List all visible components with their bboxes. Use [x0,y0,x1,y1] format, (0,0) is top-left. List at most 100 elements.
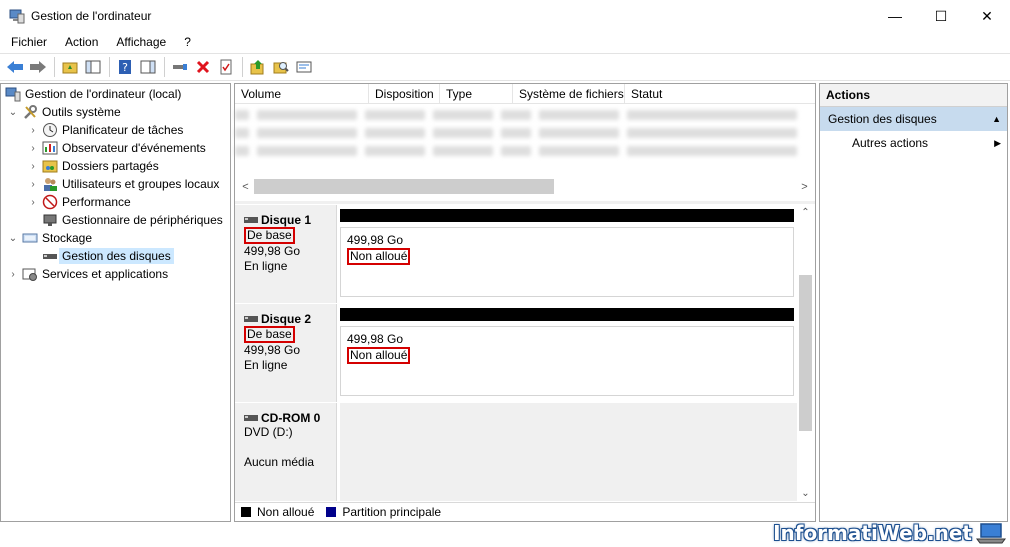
more-actions-item[interactable]: Autres actions ▶ [820,131,1007,155]
volume-list-blurred [235,106,809,176]
actions-group-disk-management[interactable]: Gestion des disques ▲ [820,107,1007,131]
chevron-down-icon[interactable]: ⌄ [7,107,19,118]
cdrom-icon [244,415,258,421]
menu-affichage[interactable]: Affichage [105,35,173,49]
partition-status: Non alloué [347,347,411,364]
more-actions-label: Autres actions [852,136,929,150]
tree-item-local-users-groups[interactable]: › Utilisateurs et groupes locaux [27,175,219,193]
tree-item-shared-folders[interactable]: › Dossiers partagés [27,157,158,175]
chevron-right-icon[interactable]: › [27,143,39,154]
cdrom-info[interactable]: CD-ROM 0 DVD (D:) Aucun média [235,403,337,501]
actions-pane: Actions Gestion des disques ▲ Autres act… [819,83,1008,522]
tree-item-label: Stockage [42,231,93,245]
column-type[interactable]: Type [440,84,513,104]
menu-action[interactable]: Action [54,35,105,49]
disk-info[interactable]: Disque 1 De base 499,98 Go En ligne [235,205,337,303]
tree-item-label: Planificateur de tâches [62,123,184,137]
watermark-logo: InformatiWeb.net [773,521,1006,545]
table-row[interactable] [235,144,805,158]
tree-item-label: Gestionnaire de périphériques [62,213,223,227]
show-hide-tree-icon[interactable] [82,56,104,78]
storage-icon [22,230,38,246]
shared-folder-icon [42,158,58,174]
chevron-right-icon[interactable]: › [27,197,39,208]
tree-item-computer-management[interactable]: Gestion de l'ordinateur (local) [5,85,181,103]
clock-icon [42,122,58,138]
disk-management-pane: Volume Disposition Type Système de fichi… [234,83,816,522]
connect-icon[interactable] [169,56,191,78]
maximize-button[interactable]: ☐ [918,0,964,32]
disk-row-2[interactable]: Disque 2 De base 499,98 Go En ligne 499,… [235,304,797,402]
cdrom-row[interactable]: CD-ROM 0 DVD (D:) Aucun média [235,403,797,501]
disk-info[interactable]: Disque 2 De base 499,98 Go En ligne [235,304,337,402]
properties-icon[interactable] [293,56,315,78]
menu-help[interactable]: ? [173,35,198,49]
horizontal-scrollbar[interactable]: < > [237,178,813,195]
search-icon[interactable] [270,56,292,78]
submenu-arrow-icon: ▶ [994,138,1001,148]
tree-item-disk-management[interactable]: Gestion des disques [42,247,174,265]
delete-icon[interactable] [192,56,214,78]
legend-swatch-primary [326,507,337,517]
disk-row-1[interactable]: Disque 1 De base 499,98 Go En ligne 499,… [235,205,797,303]
export-icon[interactable] [247,56,269,78]
scroll-right-icon[interactable]: > [796,181,813,193]
legend-label: Partition principale [342,505,442,519]
chevron-right-icon[interactable]: › [27,125,39,136]
tree-item-label: Gestion des disques [59,248,174,264]
column-status[interactable]: Statut [625,84,815,104]
chevron-right-icon[interactable]: › [27,179,39,190]
minimize-button[interactable]: — [872,0,918,32]
table-row[interactable] [235,108,805,122]
tree-item-task-scheduler[interactable]: › Planificateur de tâches [27,121,183,139]
disk-size: 499,98 Go [244,244,301,258]
scroll-up-icon[interactable]: ⌃ [797,207,814,218]
laptop-icon [976,523,1006,544]
check-icon[interactable] [215,56,237,78]
navigation-tree: Gestion de l'ordinateur (local) ⌄ Outils… [0,83,231,522]
scroll-left-icon[interactable]: < [237,181,254,193]
up-folder-icon[interactable] [59,56,81,78]
back-arrow-icon[interactable] [4,56,26,78]
tree-item-storage[interactable]: ⌄ Stockage [7,229,92,247]
column-volume[interactable]: Volume [235,84,369,104]
close-button[interactable]: ✕ [964,0,1010,32]
collapse-up-icon[interactable]: ▲ [992,107,1001,131]
legend-swatch-unallocated [241,507,251,517]
event-viewer-icon [42,140,58,156]
column-filesystem[interactable]: Système de fichiers [513,84,625,104]
scrollbar-thumb[interactable] [254,179,554,194]
tree-item-services-applications[interactable]: › Services et applications [7,265,168,283]
computer-icon [5,86,21,102]
tree-item-label: Observateur d'événements [62,141,206,155]
scroll-down-icon[interactable]: ⌄ [797,488,814,499]
show-action-pane-icon[interactable] [137,56,159,78]
disk-graphical-view: Disque 1 De base 499,98 Go En ligne 499,… [235,205,797,501]
menu-fichier[interactable]: Fichier [0,35,54,49]
tree-item-performance[interactable]: › Performance [27,193,131,211]
partition-unallocated[interactable]: 499,98 Go Non alloué [340,209,794,297]
column-disposition[interactable]: Disposition [369,84,440,104]
tree-item-event-viewer[interactable]: › Observateur d'événements [27,139,206,157]
help-icon[interactable]: ? [114,56,136,78]
vertical-scrollbar[interactable]: ⌃ ⌄ [797,205,814,501]
partition-size: 499,98 Go [347,332,404,346]
disk-name: Disque 1 [261,213,312,227]
performance-icon [42,194,58,210]
chevron-right-icon[interactable]: › [27,161,39,172]
partition-unallocated[interactable]: 499,98 Go Non alloué [340,308,794,396]
forward-arrow-icon[interactable] [27,56,49,78]
tree-item-system-tools[interactable]: ⌄ Outils système [7,103,121,121]
computer-management-icon [9,9,25,24]
cdrom-drive: DVD (D:) [244,425,293,439]
chevron-down-icon[interactable]: ⌄ [7,233,19,244]
disk-type: De base [244,326,295,343]
pane-splitter[interactable] [235,201,815,204]
disk-icon [244,217,258,223]
tree-item-device-manager[interactable]: Gestionnaire de périphériques [42,211,223,229]
table-row[interactable] [235,126,805,140]
unallocated-bar [340,209,794,222]
disk-name: Disque 2 [261,312,312,326]
chevron-right-icon[interactable]: › [7,269,19,280]
scrollbar-thumb[interactable] [799,275,812,431]
